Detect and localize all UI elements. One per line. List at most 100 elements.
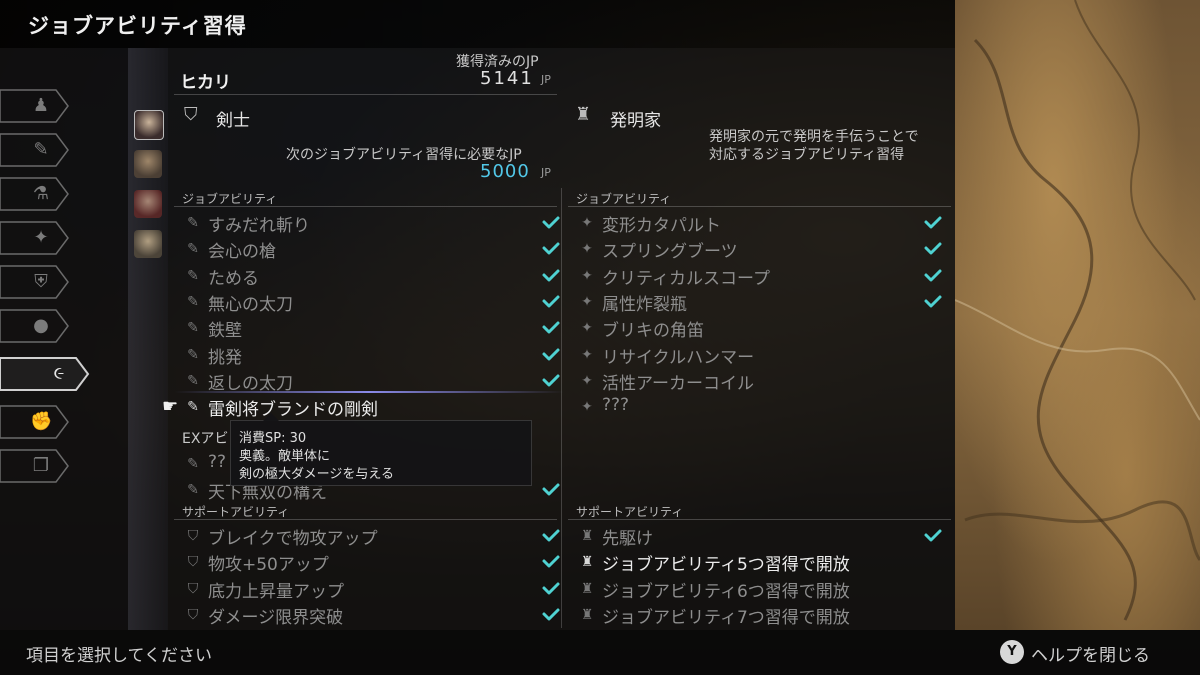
jp-unit: JP xyxy=(541,73,551,86)
footer-hint: 項目を選択してください xyxy=(26,646,212,666)
ability-name: 挑発 xyxy=(208,347,242,368)
ability-row[interactable]: ✎ ためる xyxy=(184,263,565,289)
ability-name: 鉄壁 xyxy=(208,321,242,342)
ability-type-icon: ✦ xyxy=(581,267,593,284)
ability-row[interactable]: ✎ 雷剣将ブランドの剛剣 xyxy=(184,394,565,420)
ability-type-icon: ✦ xyxy=(581,241,593,258)
left-support-section: サポートアビリティ xyxy=(182,505,290,519)
learned-check-icon xyxy=(541,345,561,365)
divider xyxy=(174,94,557,95)
learned-check-icon xyxy=(541,213,561,233)
divider xyxy=(568,206,951,207)
ability-row[interactable]: ♜ ジョブアビリティ5つ習得で開放 xyxy=(578,549,947,575)
ability-name: 変形カタパルト xyxy=(602,216,721,236)
category-tab-job[interactable]: ૯ xyxy=(0,356,90,392)
learned-check-icon xyxy=(923,239,943,259)
category-tab-5[interactable]: ⛨ xyxy=(0,264,70,300)
fist-icon: ✊ xyxy=(30,411,53,432)
ability-tooltip: 消費SP: 30 奥義。敵単体に 剣の極大ダメージを与える xyxy=(230,413,532,486)
title-bar: ジョブアビリティ習得 xyxy=(0,0,955,48)
learned-check-icon xyxy=(923,292,943,312)
ability-type-icon: ♜ xyxy=(580,528,594,544)
ability-name: ブレイクで物攻アップ xyxy=(208,529,378,549)
ability-row[interactable]: ✎ 挑発 xyxy=(184,342,565,368)
ability-row[interactable]: ♜ ジョブアビリティ6つ習得で開放 xyxy=(578,576,947,602)
category-tab-2[interactable]: ✎ xyxy=(0,132,70,168)
ex-section: EXアビ xyxy=(182,431,229,447)
ability-type-icon: ✎ xyxy=(187,482,199,498)
learned-check-icon xyxy=(923,526,943,546)
ability-row[interactable]: ✦ スプリングブーツ xyxy=(578,236,947,262)
ability-type-icon: ✎ xyxy=(187,320,199,337)
potion-icon: ⚗ xyxy=(32,183,50,204)
learned-check-icon xyxy=(923,213,943,233)
jp-value: 5141 xyxy=(480,68,534,89)
ability-row[interactable]: ♜ 先駆け xyxy=(578,523,947,549)
divider xyxy=(568,519,951,520)
ability-type-icon: ✦ xyxy=(581,293,593,310)
ability-row[interactable]: ✎ 鉄壁 xyxy=(184,315,565,341)
party-member-2-avatar[interactable] xyxy=(134,150,162,178)
ability-row[interactable]: ✦ クリティカルスコープ xyxy=(578,263,947,289)
next-jp-unit: JP xyxy=(541,166,551,179)
ability-row[interactable]: ⛉ 物攻+50アップ xyxy=(184,549,565,575)
ability-name: ジョブアビリティ6つ習得で開放 xyxy=(602,581,850,602)
ability-name: ブリキの角笛 xyxy=(602,321,704,342)
category-tab-6[interactable]: ● xyxy=(0,308,70,344)
ability-name: ジョブアビリティ7つ習得で開放 xyxy=(602,607,850,628)
ability-row[interactable]: ✦??? xyxy=(578,394,947,420)
ability-type-icon: ♜ xyxy=(580,554,594,571)
left-job-name: 剣士 xyxy=(216,111,250,131)
job-swirl-icon: ૯ xyxy=(53,363,65,384)
ability-type-icon: ✎ xyxy=(187,241,199,258)
divider xyxy=(174,519,557,520)
category-tab-1[interactable]: ♟ xyxy=(0,88,70,124)
ability-row[interactable]: ⛉ 底力上昇量アップ xyxy=(184,576,565,602)
ability-name: 会心の槍 xyxy=(208,242,276,263)
ability-row[interactable]: ⛉ ダメージ限界突破 xyxy=(184,602,565,628)
sword-shield-icon: ⛉ xyxy=(184,104,198,125)
party-member-3-avatar[interactable] xyxy=(134,190,162,218)
ability-row[interactable]: ✎ 無心の太刀 xyxy=(184,289,565,315)
shield-icon: ⛨ xyxy=(34,271,48,292)
character-name: ヒカリ xyxy=(180,73,231,93)
category-tab-4[interactable]: ✦ xyxy=(0,220,70,256)
ability-row[interactable]: ✦ 活性アーカーコイル xyxy=(578,368,947,394)
ability-row[interactable]: ✦ ブリキの角笛 xyxy=(578,315,947,341)
category-tab-8[interactable]: ✊ xyxy=(0,404,70,440)
learned-check-icon xyxy=(923,266,943,286)
tooltip-pointer xyxy=(263,413,279,421)
next-jp-value: 5000 xyxy=(480,161,530,182)
ability-type-icon: ♜ xyxy=(580,580,594,597)
learned-check-icon xyxy=(541,266,561,286)
person-icon: ♟ xyxy=(32,95,50,116)
ability-row[interactable]: ✦ 属性炸裂瓶 xyxy=(578,289,947,315)
ability-name: リサイクルハンマー xyxy=(602,347,755,368)
learned-check-icon xyxy=(541,239,561,259)
ability-row[interactable]: ✎ 返しの太刀 xyxy=(184,368,565,394)
ability-name: スプリングブーツ xyxy=(602,242,738,263)
world-map-panel xyxy=(955,0,1200,630)
category-tab-3[interactable]: ⚗ xyxy=(0,176,70,212)
y-button-icon[interactable]: Y xyxy=(1000,640,1024,664)
ability-name: ??? xyxy=(602,395,630,416)
party-member-4-avatar[interactable] xyxy=(134,230,162,258)
category-column: ♟ ✎ ⚗ ✦ ⛨ ● ૯ ✊ ❐ xyxy=(0,48,128,630)
ability-row[interactable]: ✦ 変形カタパルト xyxy=(578,210,947,236)
ability-name: クリティカルスコープ xyxy=(602,268,770,289)
ability-row[interactable]: ✎ 会心の槍 xyxy=(184,236,565,262)
party-member-hikari-avatar[interactable] xyxy=(134,110,164,140)
orb-icon: ● xyxy=(33,315,49,336)
ability-row[interactable]: ✎ すみだれ斬り xyxy=(184,210,565,236)
ability-row[interactable]: ⛉ ブレイクで物攻アップ xyxy=(184,523,565,549)
ability-name: ジョブアビリティ5つ習得で開放 xyxy=(602,555,850,576)
party-column xyxy=(128,48,168,630)
ability-row[interactable]: ♜ ジョブアビリティ7つ習得で開放 xyxy=(578,602,947,628)
category-tab-9[interactable]: ❐ xyxy=(0,448,70,484)
ability-name: 先駆け xyxy=(602,529,653,549)
ability-row[interactable]: ✦ リサイクルハンマー xyxy=(578,342,947,368)
hand-cursor-icon: ☛ xyxy=(162,396,179,417)
close-help-button[interactable]: ヘルプを閉じる xyxy=(1031,641,1150,666)
ability-type-icon: ⛉ xyxy=(187,580,199,597)
ability-name: ?? xyxy=(208,452,227,472)
